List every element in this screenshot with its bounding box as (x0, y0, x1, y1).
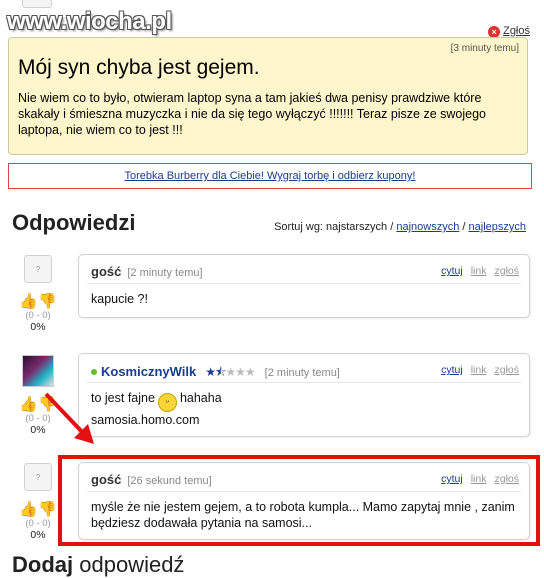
answer-bubble: gość [2 minuty temu] cytuj link zgłoś kapuc… (78, 254, 530, 318)
online-status-icon (91, 369, 97, 375)
vote-widget: 👍👎 (0 - 0) 0% (10, 292, 66, 333)
answer-actions: cytuj link zgłoś (433, 364, 519, 376)
sort-prefix: Sortuj wg: najstarszych / (274, 221, 397, 233)
question-title: Mój syn chyba jest gejem. (18, 56, 260, 79)
answer-time: [2 minuty temu] (127, 267, 203, 279)
question-box: [3 minuty temu] Mój syn chyba jest gejem… (8, 37, 528, 155)
arrow-icon (44, 392, 94, 444)
sort-best-link[interactable]: najlepszych (469, 221, 526, 233)
answer-text-line2: samosia.homo.com (91, 413, 200, 427)
sort-bar: Sortuj wg: najstarszych / najnowszych / … (274, 221, 526, 233)
ad-link[interactable]: Torebka Burberry dla Ciebie! Wygraj torb… (8, 163, 532, 189)
thumbs-down-icon[interactable]: 👎 (38, 293, 57, 310)
report-link[interactable]: zgłoś (494, 364, 519, 376)
sort-separator: / (459, 221, 469, 233)
avatar (22, 0, 52, 8)
question-body: Nie wiem co to było, otwieram laptop syn… (18, 91, 487, 137)
answers-heading: Odpowiedzi (12, 210, 136, 235)
add-answer-bold: Dodaj (12, 552, 74, 577)
rating-stars-icon: ★⯪★★★ (205, 365, 255, 379)
add-answer-rest: odpowiedź (73, 552, 185, 577)
report-label[interactable]: Zgłoś (503, 25, 530, 37)
avatar: ? (24, 255, 52, 283)
divider (87, 382, 521, 383)
thumbs-up-icon[interactable]: 👍 (19, 501, 38, 518)
answer-author[interactable]: KosmicznyWilk (101, 364, 196, 379)
answer-author[interactable]: gość (91, 264, 121, 279)
report-link[interactable]: zgłoś (494, 265, 519, 277)
sort-newest-link[interactable]: najnowszych (396, 221, 459, 233)
thumbs-up-icon[interactable]: 👍 (19, 396, 38, 413)
answer-text-line1: to jest fajne (91, 391, 155, 405)
thumbs-down-icon[interactable]: 👎 (38, 501, 57, 518)
smiley-icon: ᵕ (157, 393, 177, 412)
site-watermark: www.wiocha.pl (7, 8, 172, 35)
vote-percent: 0% (30, 321, 46, 333)
answer-text-line1b: hahaha (179, 391, 222, 405)
quote-link[interactable]: cytuj (441, 364, 463, 376)
vote-score: (0 - 0) (25, 310, 51, 321)
quote-link[interactable]: cytuj (441, 265, 463, 277)
add-answer-heading: Dodaj odpowiedź (12, 552, 184, 578)
answer-text: kapucie ?! (91, 292, 148, 306)
answer-time: [2 minuty temu] (264, 367, 340, 379)
question-time: [3 minuty temu] (450, 43, 519, 54)
highlight-frame (58, 455, 540, 546)
divider (87, 283, 521, 284)
answer-bubble: KosmicznyWilk ★⯪★★★ [2 minuty temu] cytuj l… (78, 353, 530, 437)
permalink[interactable]: link (471, 364, 487, 376)
avatar: ? (24, 463, 52, 491)
avatar (22, 355, 54, 387)
permalink[interactable]: link (471, 265, 487, 277)
thumbs-up-icon[interactable]: 👍 (19, 293, 38, 310)
answer-actions: cytuj link zgłoś (433, 265, 519, 277)
answer-text: to jest fajne ᵕ hahaha samosia.homo.com (91, 390, 519, 428)
